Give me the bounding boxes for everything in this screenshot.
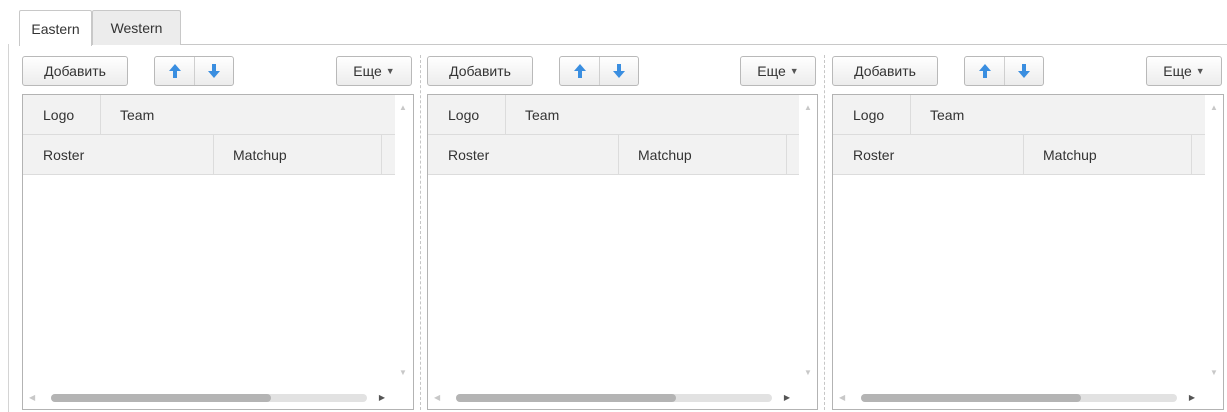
tab-bar-divider [19,44,1227,45]
team-table: Logo Team Roster Matchup ▲ ▼ ◀ ▶ [832,94,1224,410]
add-button[interactable]: Добавить [427,56,533,86]
tab-western[interactable]: Western [92,10,181,45]
arrow-up-icon [978,64,991,78]
content-left-border [8,44,9,412]
column-header-roster[interactable]: Roster [23,135,84,174]
more-button-label: Еще [353,63,382,79]
scroll-left-icon[interactable]: ◀ [29,393,35,403]
scrollbar-track[interactable] [51,394,367,402]
column-header-matchup[interactable]: Matchup [1023,135,1097,174]
scroll-left-icon[interactable]: ◀ [434,393,440,403]
scrollbar-thumb[interactable] [456,394,676,402]
tab-bar: Eastern Western [0,0,1227,46]
column-header-team-label: Team [120,106,155,123]
column-header-roster[interactable]: Roster [833,135,894,174]
scroll-up-icon[interactable]: ▲ [1210,103,1218,112]
panel-divider [420,55,421,410]
tab-eastern-label: Eastern [31,20,80,37]
add-button-label: Добавить [44,63,106,79]
table-header-row-1: Logo Team [833,95,1205,135]
horizontal-scrollbar[interactable]: ◀ ▶ [434,393,790,403]
caret-down-icon: ▼ [385,66,395,76]
move-up-button[interactable] [965,57,1004,85]
more-button-label: Еще [1163,63,1192,79]
column-separator [786,135,787,174]
column-separator [381,135,382,174]
add-button[interactable]: Добавить [832,56,938,86]
table-header-row-1: Logo Team [23,95,395,135]
arrow-down-icon [1018,64,1030,78]
more-button[interactable]: Еще ▼ [336,56,412,86]
column-header-team-label: Team [525,106,560,123]
table-header-row-2: Roster Matchup [428,135,799,175]
scroll-right-icon[interactable]: ▶ [1189,393,1195,403]
column-header-logo-label: Logo [448,106,480,123]
arrow-down-icon [613,64,625,78]
column-header-roster-label: Roster [448,146,490,163]
more-button-label: Еще [757,63,786,79]
caret-down-icon: ▼ [1195,66,1205,76]
move-up-button[interactable] [155,57,194,85]
column-header-roster-label: Roster [43,146,85,163]
panel-divider [824,55,825,410]
scroll-down-icon[interactable]: ▼ [804,368,812,377]
scroll-up-icon[interactable]: ▲ [399,103,407,112]
table-header-row-2: Roster Matchup [833,135,1205,175]
team-table: Logo Team Roster Matchup ▲ ▼ ◀ ▶ [427,94,818,410]
scrollbar-thumb[interactable] [861,394,1081,402]
table-header-row-1: Logo Team [428,95,799,135]
arrow-up-icon [573,64,586,78]
move-down-button[interactable] [1004,57,1043,85]
column-header-logo-label: Logo [853,106,885,123]
scroll-right-icon[interactable]: ▶ [784,393,790,403]
scrollbar-track[interactable] [861,394,1177,402]
add-button-label: Добавить [854,63,916,79]
add-button[interactable]: Добавить [22,56,128,86]
scroll-left-icon[interactable]: ◀ [839,393,845,403]
column-header-team[interactable]: Team [910,95,964,134]
column-header-matchup[interactable]: Matchup [618,135,692,174]
column-header-team-label: Team [930,106,965,123]
move-buttons [154,56,234,86]
column-header-logo[interactable]: Logo [428,95,479,134]
column-header-logo-label: Logo [43,106,75,123]
column-header-matchup[interactable]: Matchup [213,135,287,174]
team-panel-2: Добавить Еще ▼ Logo Team Roster Matchup … [427,55,818,410]
caret-down-icon: ▼ [789,66,799,76]
move-up-button[interactable] [560,57,599,85]
column-header-matchup-label: Matchup [638,146,692,163]
arrow-down-icon [208,64,220,78]
column-separator [1191,135,1192,174]
move-buttons [559,56,639,86]
column-header-roster-label: Roster [853,146,895,163]
scroll-down-icon[interactable]: ▼ [1210,368,1218,377]
move-down-button[interactable] [599,57,638,85]
column-header-team[interactable]: Team [100,95,154,134]
column-header-matchup-label: Matchup [233,146,287,163]
move-down-button[interactable] [194,57,233,85]
tab-eastern[interactable]: Eastern [19,10,92,46]
column-header-logo[interactable]: Logo [23,95,74,134]
scrollbar-thumb[interactable] [51,394,271,402]
move-buttons [964,56,1044,86]
arrow-up-icon [168,64,181,78]
horizontal-scrollbar[interactable]: ◀ ▶ [839,393,1195,403]
more-button[interactable]: Еще ▼ [1146,56,1222,86]
scroll-right-icon[interactable]: ▶ [379,393,385,403]
team-panel-1: Добавить Еще ▼ Logo Team Roster Matchup … [22,55,414,410]
more-button[interactable]: Еще ▼ [740,56,816,86]
table-header-row-2: Roster Matchup [23,135,395,175]
team-panel-3: Добавить Еще ▼ Logo Team Roster Matchup … [832,55,1224,410]
scroll-down-icon[interactable]: ▼ [399,368,407,377]
scrollbar-track[interactable] [456,394,772,402]
column-header-matchup-label: Matchup [1043,146,1097,163]
column-header-roster[interactable]: Roster [428,135,489,174]
horizontal-scrollbar[interactable]: ◀ ▶ [29,393,385,403]
add-button-label: Добавить [449,63,511,79]
column-header-logo[interactable]: Logo [833,95,884,134]
tab-western-label: Western [110,20,163,36]
team-table: Logo Team Roster Matchup ▲ ▼ ◀ ▶ [22,94,414,410]
column-header-team[interactable]: Team [505,95,559,134]
scroll-up-icon[interactable]: ▲ [804,103,812,112]
